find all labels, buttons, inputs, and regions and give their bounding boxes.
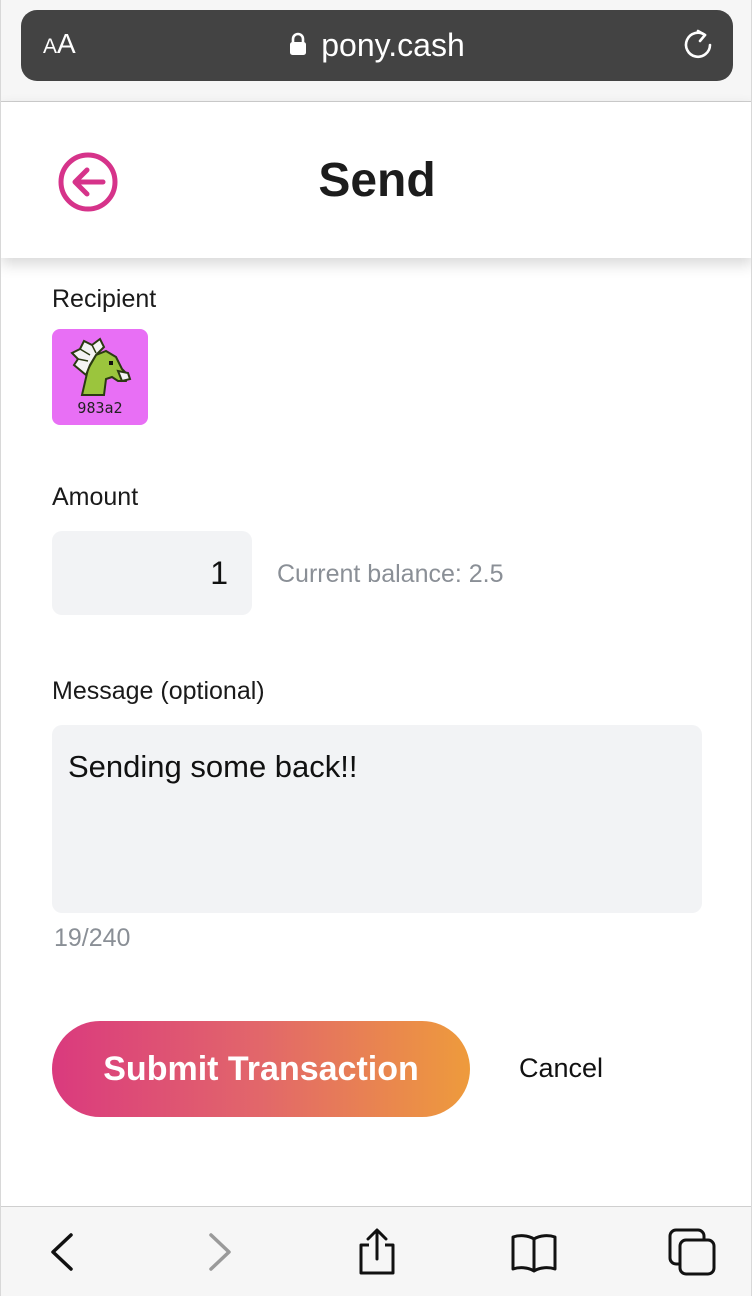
cancel-button[interactable]: Cancel	[501, 1053, 621, 1084]
amount-label: Amount	[52, 483, 139, 511]
pony-icon	[70, 337, 132, 396]
address-bar[interactable]: AA pony.cash	[21, 10, 733, 81]
back-chevron-icon[interactable]	[39, 1227, 89, 1277]
url-text: pony.cash	[321, 27, 465, 63]
reload-icon[interactable]	[681, 28, 715, 62]
current-balance: Current balance: 2.5	[277, 560, 504, 588]
lock-icon	[290, 32, 307, 55]
browser-toolbar	[1, 1206, 751, 1296]
recipient-label: Recipient	[52, 285, 157, 313]
recipient-id: 983a2	[77, 399, 123, 417]
url-display[interactable]: pony.cash	[21, 27, 733, 64]
message-field[interactable]: Sending some back!!	[52, 725, 702, 913]
browser-top-bar: AA pony.cash	[1, 0, 751, 102]
share-icon[interactable]	[352, 1227, 402, 1277]
forward-chevron-icon[interactable]	[193, 1227, 243, 1277]
phone-screen: AA pony.cash Send Recipient 983a2 Amount…	[0, 0, 752, 1296]
message-label: Message (optional)	[52, 677, 265, 705]
app-header: Send	[1, 102, 751, 258]
submit-transaction-button[interactable]: Submit Transaction	[52, 1021, 470, 1117]
amount-input[interactable]	[52, 531, 252, 615]
tabs-icon[interactable]	[667, 1227, 717, 1277]
character-counter: 19/240	[54, 924, 131, 952]
recipient-avatar[interactable]: 983a2	[52, 329, 148, 425]
bookmarks-icon[interactable]	[509, 1227, 559, 1277]
page-title: Send	[318, 154, 436, 207]
